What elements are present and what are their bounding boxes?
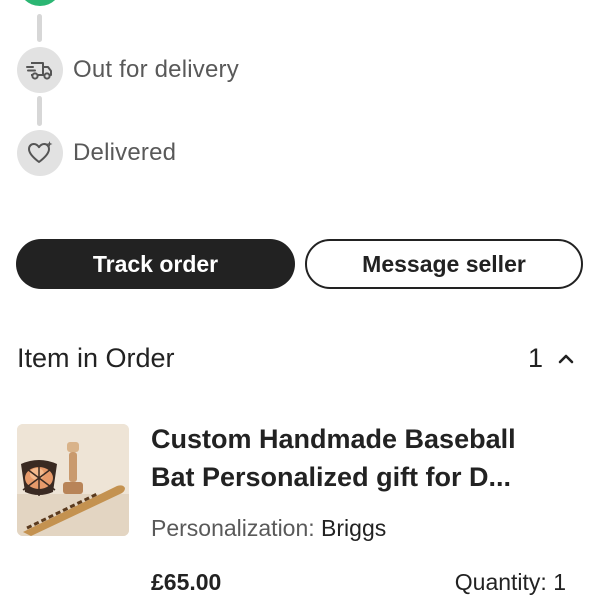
timeline-step-label: Out for delivery bbox=[73, 56, 239, 83]
item-title-line-1: Custom Handmade Baseball bbox=[151, 424, 516, 454]
heart-sparkle-icon bbox=[17, 130, 63, 176]
personalization-value: Briggs bbox=[321, 515, 387, 541]
completed-step-dot bbox=[18, 0, 62, 6]
order-details-page: Out for delivery Delivered Track order M… bbox=[0, 0, 600, 600]
item-quantity: Quantity: 1 bbox=[454, 569, 566, 595]
timeline-connector bbox=[37, 14, 42, 42]
timeline-step-delivered: Delivered bbox=[17, 130, 176, 176]
timeline-step-label: Delivered bbox=[73, 139, 177, 166]
item-title[interactable]: Custom Handmade Baseball Bat Personalize… bbox=[151, 420, 581, 496]
items-section-title: Item in Order bbox=[17, 343, 175, 373]
timeline-connector bbox=[37, 96, 42, 126]
item-title-line-2: Bat Personalized gift for D... bbox=[151, 462, 512, 492]
chevron-up-icon[interactable] bbox=[557, 353, 575, 365]
items-in-order-header[interactable]: Item in Order 1 bbox=[17, 343, 575, 374]
item-price: £65.00 bbox=[151, 569, 222, 595]
product-thumbnail[interactable] bbox=[17, 424, 129, 536]
message-seller-button[interactable]: Message seller bbox=[305, 239, 583, 289]
timeline-step-out-for-delivery: Out for delivery bbox=[17, 47, 239, 93]
delivery-truck-icon bbox=[17, 47, 63, 93]
personalization-label: Personalization: bbox=[151, 515, 315, 541]
items-header-right: 1 bbox=[528, 343, 575, 374]
track-order-button[interactable]: Track order bbox=[16, 239, 295, 289]
product-photo-baseball-bat bbox=[17, 424, 129, 536]
items-count: 1 bbox=[527, 343, 543, 373]
item-personalization: Personalization: Briggs bbox=[151, 515, 386, 542]
